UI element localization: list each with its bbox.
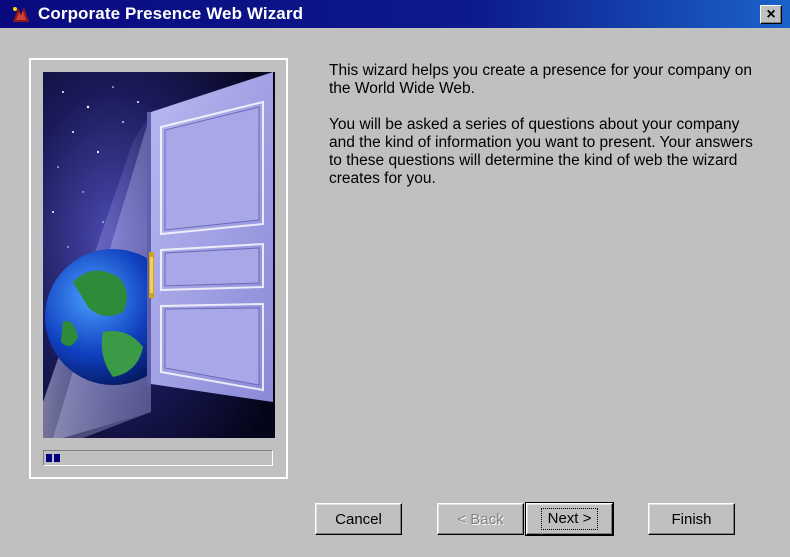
wizard-intro-text: This wizard helps you create a presence … [329,62,769,206]
next-button-label: Next > [540,508,599,530]
wizard-app-icon [13,7,29,22]
close-button[interactable]: × [760,5,782,24]
cancel-button[interactable]: Cancel [315,503,402,535]
door-globe-illustration [43,72,275,438]
progress-block [46,454,52,462]
intro-paragraph-1: This wizard helps you create a presence … [329,62,753,97]
back-button[interactable]: < Back [437,503,524,535]
finish-button[interactable]: Finish [648,503,735,535]
progress-block [54,454,60,462]
next-button[interactable]: Next > [525,502,614,536]
progress-fill [46,454,60,462]
wizard-image-panel [29,58,288,479]
wizard-progress-bar [43,450,273,466]
close-icon: × [766,5,776,23]
window-title: Corporate Presence Web Wizard [38,4,304,23]
title-bar[interactable]: Corporate Presence Web Wizard × [0,0,790,28]
intro-paragraph-2: You will be asked a series of questions … [329,116,753,187]
